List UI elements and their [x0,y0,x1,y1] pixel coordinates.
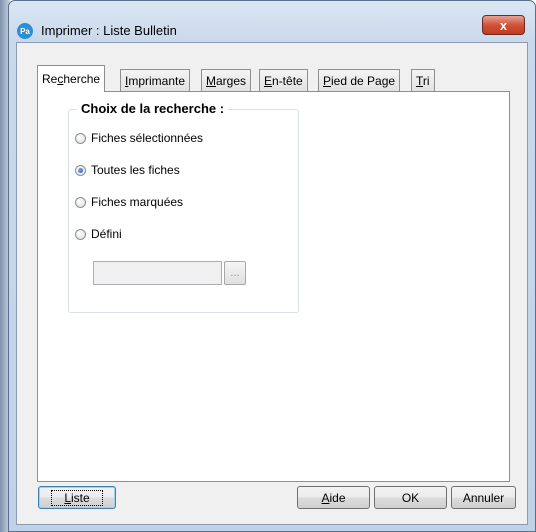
close-button[interactable]: x [482,15,525,35]
option-fiches-selectionnees[interactable]: Fiches sélectionnées [75,131,203,145]
button-label: Annuler [462,490,505,505]
defined-query-field[interactable] [93,261,222,285]
tab-label: Recherche [42,72,101,86]
tab-pied-de-page[interactable]: Pied de Page [318,69,401,91]
tab-label: En-tête [264,73,303,88]
ellipsis-icon: ... [230,267,240,279]
radio-button[interactable] [75,132,86,144]
annuler-button[interactable]: Annuler [451,486,516,509]
close-icon: x [499,17,508,33]
tab-imprimante[interactable]: Imprimante [120,69,191,91]
tab-label: Imprimante [125,73,186,88]
print-dialog: Pa Imprimer : Liste Bulletin x Recherche… [8,0,536,532]
radio-button-selected[interactable] [75,164,86,176]
radio-button[interactable] [75,196,86,208]
button-label: Liste [51,489,103,506]
option-label: Fiches marquées [91,195,184,209]
option-defini[interactable]: Défini [75,227,122,241]
title-bar: Pa Imprimer : Liste Bulletin x [9,1,535,41]
tab-label: Pied de Page [323,73,396,88]
option-fiches-marquees[interactable]: Fiches marquées [75,195,183,209]
button-label: OK [401,490,420,505]
tab-tri[interactable]: Tri [411,69,435,91]
group-title: Choix de la recherche : [77,101,229,116]
tab-label: Tri [416,73,430,88]
option-label: Défini [91,227,122,241]
option-label: Toutes les fiches [91,163,180,177]
liste-button[interactable]: Liste [38,486,116,509]
radio-button[interactable] [75,228,86,240]
tab-en-tete[interactable]: En-tête [259,69,308,91]
option-toutes-les-fiches[interactable]: Toutes les fiches [75,163,180,177]
app-icon: Pa [17,23,33,39]
tab-panel-recherche: Choix de la recherche : Fiches sélection… [37,91,510,482]
browse-button[interactable]: ... [224,261,246,285]
option-label: Fiches sélectionnées [91,131,204,145]
ok-button[interactable]: OK [374,486,447,509]
tab-label: Marges [206,73,247,88]
aide-button[interactable]: Aide [297,486,370,509]
dialog-client-area: Recherche Imprimante Marges En-tête Pied… [16,42,528,525]
button-label: Aide [321,490,346,505]
window-title: Imprimer : Liste Bulletin [41,23,177,38]
tab-marges[interactable]: Marges [201,69,252,91]
tab-recherche[interactable]: Recherche [37,65,106,92]
search-choice-group: Choix de la recherche : Fiches sélection… [68,101,299,313]
